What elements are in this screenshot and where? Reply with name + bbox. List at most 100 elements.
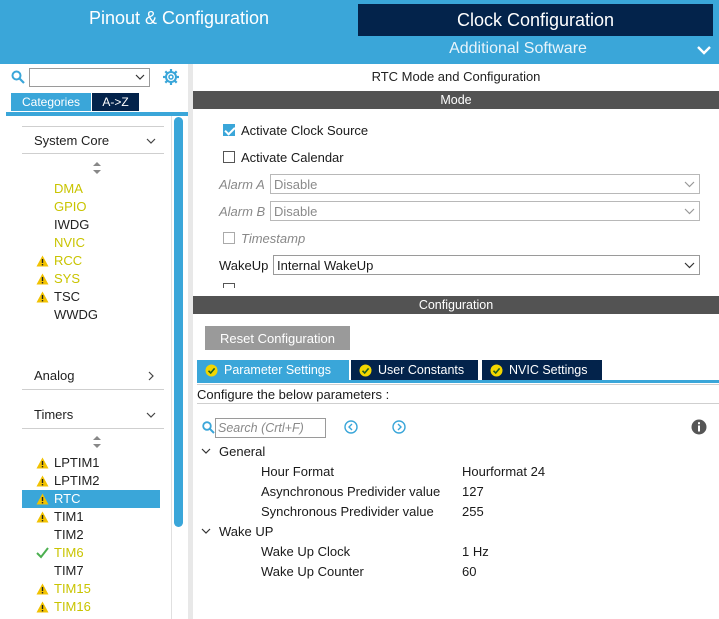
group-system-core[interactable]: System Core [22,126,164,154]
sidebar-item-gpio[interactable]: GPIO [22,198,160,216]
tab-clock-configuration[interactable]: Clock Configuration [358,4,713,36]
param-hour-format-name[interactable]: Hour Format [261,462,334,480]
tab-a-to-z[interactable]: A->Z [92,93,139,111]
page-title: RTC Mode and Configuration [371,69,541,84]
sidebar-item-label: LPTIM1 [54,455,100,470]
previous-result-icon[interactable] [344,420,358,434]
mode-section: Activate Clock Source Activate Calendar … [193,110,719,288]
param-async-predivider-name[interactable]: Asynchronous Predivider value [261,482,440,500]
timestamp-checkbox[interactable]: Timestamp [223,229,305,247]
param-async-predivider-value[interactable]: 127 [462,482,484,500]
tab-user-constants[interactable]: User Constants [351,360,478,380]
sidebar-item-wwdg[interactable]: WWDG [22,306,160,324]
tab-parameter-settings[interactable]: Parameter Settings [197,360,349,380]
reset-configuration-button[interactable]: Reset Configuration [205,326,350,350]
param-wake-up-counter-name[interactable]: Wake Up Counter [261,562,364,580]
group-analog[interactable]: Analog [22,362,164,390]
warning-icon [36,255,49,267]
tree-group-wake-up[interactable]: Wake UP [201,522,273,540]
chevron-down-icon [201,448,211,454]
sidebar-item-label: DMA [54,181,83,196]
param-wake-up-clock-value[interactable]: 1 Hz [462,542,489,560]
alarm-b-label: Alarm B [219,203,266,219]
tab-nvic-settings[interactable]: NVIC Settings [482,360,602,380]
warning-icon [36,583,49,595]
group-label: System Core [34,132,110,148]
param-sync-predivider-value[interactable]: 255 [462,502,484,520]
check-icon [36,547,49,559]
sidebar-item-label: TIM2 [54,527,84,542]
warning-icon [36,273,49,285]
top-header: Pinout & Configuration Clock Configurati… [0,0,719,64]
wakeup-select[interactable]: Internal WakeUp [273,255,700,275]
sidebar-item-sys[interactable]: SYS [22,270,160,288]
param-sync-predivider-name[interactable]: Synchronous Predivider value [261,502,434,520]
main-panel: RTC Mode and Configuration Mode Activate… [193,64,719,619]
warning-icon [36,457,49,469]
chevron-down-icon [135,74,145,80]
mode-section-bar: Mode [193,91,719,109]
sidebar-item-tim16[interactable]: TIM16 [22,598,160,616]
sidebar-item-label: TSC [54,289,80,304]
sidebar-item-label: SYS [54,271,81,286]
check-circle-icon [490,364,503,376]
next-result-icon[interactable] [392,420,406,434]
group-timers[interactable]: Timers [22,401,164,429]
sidebar-item-iwdg[interactable]: IWDG [22,216,160,234]
sidebar-item-label: RCC [54,253,83,268]
activate-clock-source-checkbox[interactable]: Activate Clock Source [223,121,368,139]
checkbox-box [223,124,235,136]
select-value: Internal WakeUp [277,257,374,273]
sidebar-item-tim1[interactable]: TIM1 [22,508,160,526]
search-icon [202,421,215,434]
sidebar-item-rcc[interactable]: RCC [22,252,160,270]
alarm-a-select[interactable]: Disable [270,174,700,194]
sidebar-item-dma[interactable]: DMA [22,180,160,198]
select-value: Disable [274,203,318,219]
chevron-down-icon [684,181,695,188]
warning-icon [36,511,49,523]
sidebar-item-label: TIM16 [54,599,91,614]
info-icon[interactable] [691,419,707,435]
tab-pinout-configuration[interactable]: Pinout & Configuration [0,0,358,36]
search-icon [11,70,25,84]
parameter-search-input[interactable]: Search (Crtl+F) [215,418,326,438]
param-wake-up-counter-value[interactable]: 60 [462,562,476,580]
peripheral-tree: System Core DMA GPIO IWDG NVIC RCC SYS T… [6,112,188,619]
additional-software-menu[interactable]: Additional Software [358,36,678,62]
sidebar-item-label: TIM1 [54,509,84,524]
activate-calendar-checkbox[interactable]: Activate Calendar [223,148,344,166]
scrollbar-thumb[interactable] [174,117,183,527]
partially-hidden-checkbox[interactable] [223,283,235,288]
param-wake-up-clock-name[interactable]: Wake Up Clock [261,542,350,560]
sidebar-item-lptim2[interactable]: LPTIM2 [22,472,160,490]
sort-icon[interactable] [92,436,102,448]
tree-group-label: Wake UP [219,523,274,539]
group-label: Timers [34,407,74,422]
sidebar-item-rtc[interactable]: RTC [22,490,160,508]
tree-group-general[interactable]: General [201,442,265,460]
warning-icon [36,291,49,303]
gear-icon[interactable] [162,68,180,86]
param-hour-format-value[interactable]: Hourformat 24 [462,462,545,480]
alarm-b-select[interactable]: Disable [270,201,700,221]
chevron-down-icon[interactable] [694,40,714,60]
sidebar-item-tim15[interactable]: TIM15 [22,580,160,598]
sidebar-item-tim2[interactable]: TIM2 [22,526,160,544]
sidebar-item-label: NVIC [54,235,86,250]
sort-icon[interactable] [92,162,102,174]
sidebar-item-label: RTC [54,491,81,506]
sidebar-item-lptim1[interactable]: LPTIM1 [22,454,160,472]
sidebar-item-tim7[interactable]: TIM7 [22,562,160,580]
wakeup-label: WakeUp [219,257,269,273]
sidebar-item-tim6[interactable]: TIM6 [22,544,160,562]
check-circle-icon [205,364,218,376]
sidebar-item-tsc[interactable]: TSC [22,288,160,306]
tab-label: User Constants [378,363,465,377]
chevron-right-icon [148,371,154,381]
tab-categories[interactable]: Categories [11,93,91,111]
sidebar-item-nvic[interactable]: NVIC [22,234,160,252]
peripheral-search-combo[interactable] [29,68,150,87]
sidebar-item-label: TIM15 [54,581,91,596]
sidebar-item-label: LPTIM2 [54,473,100,488]
